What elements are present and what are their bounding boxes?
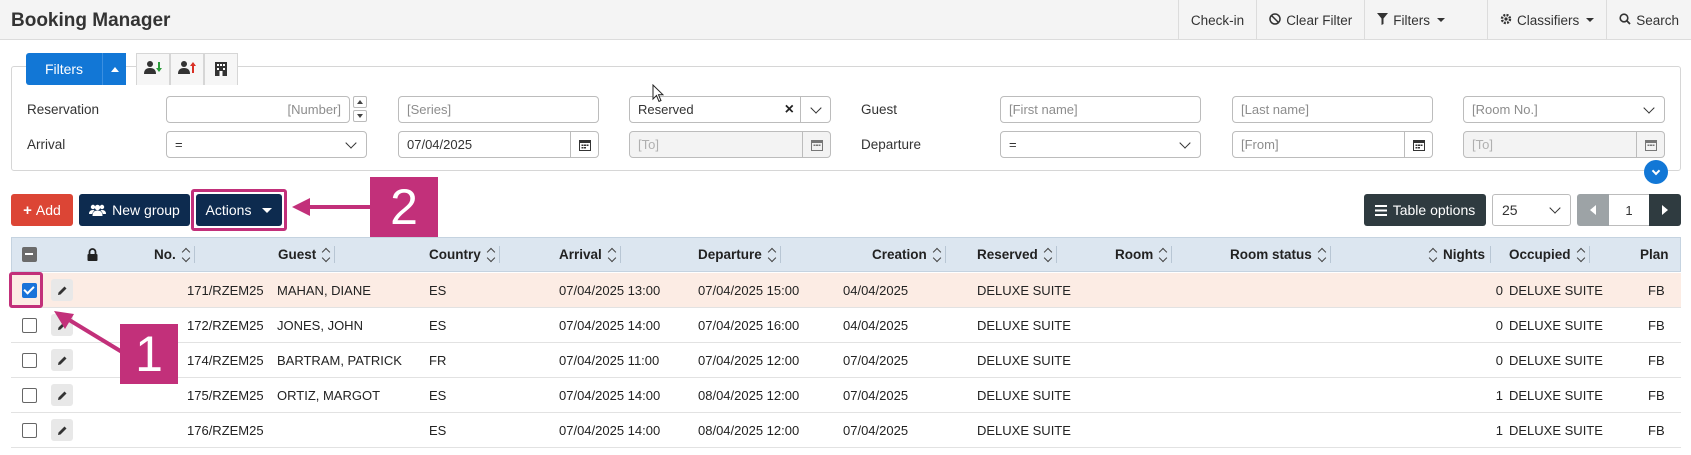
annotation-arrowhead-2 [292,198,310,216]
annotation-arrow-1 [64,316,124,354]
annotation-number-1: 1 [120,324,178,384]
annotation-arrows [54,198,370,354]
annotation-number-2: 2 [370,177,438,237]
